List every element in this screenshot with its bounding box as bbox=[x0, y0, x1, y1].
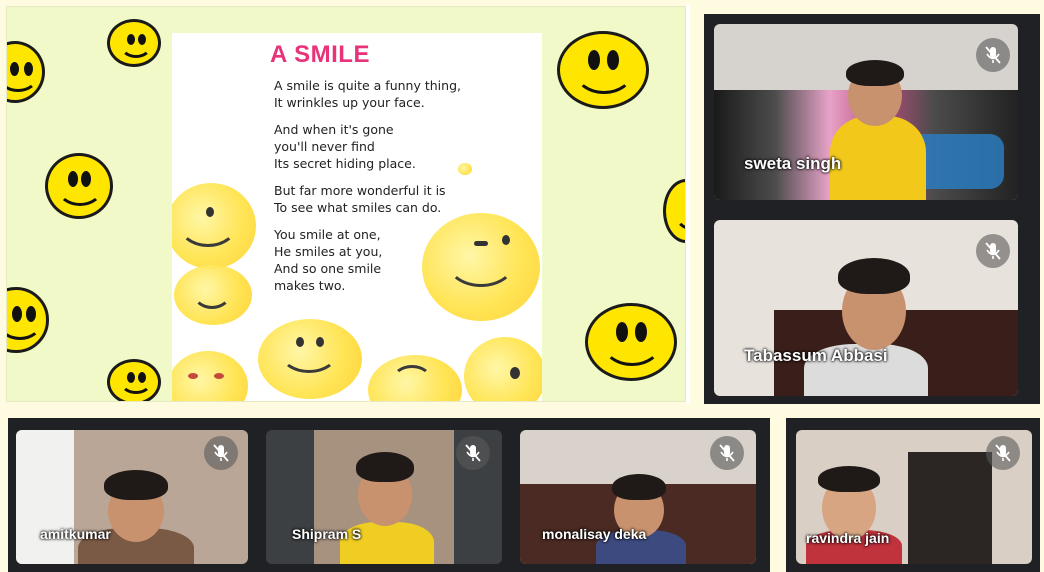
video-person bbox=[838, 258, 910, 294]
participant-tile[interactable]: Shipram S bbox=[266, 430, 502, 564]
video-person bbox=[846, 60, 904, 86]
video-background bbox=[908, 452, 992, 564]
participant-name: amitkumar bbox=[40, 526, 111, 542]
participant-tile[interactable]: ravindra jain bbox=[796, 430, 1032, 564]
participant-tile[interactable]: amitkumar bbox=[16, 430, 248, 564]
participant-tile[interactable]: sweta singh bbox=[714, 24, 1018, 200]
participant-tile[interactable]: monalisay deka bbox=[520, 430, 756, 564]
smiley-icon bbox=[7, 41, 45, 103]
video-person bbox=[818, 466, 880, 492]
participant-name: ravindra jain bbox=[806, 530, 890, 546]
poem-stanza: A smile is quite a funny thing, It wrink… bbox=[274, 77, 514, 111]
smiley-icon bbox=[557, 31, 649, 109]
smiley-icon bbox=[585, 303, 677, 381]
mic-off-icon[interactable] bbox=[976, 234, 1010, 268]
poem-line: He smiles at you, bbox=[274, 244, 383, 259]
watercolor-smiley bbox=[368, 355, 462, 401]
poem-line: And when it's gone bbox=[274, 122, 394, 137]
watercolor-smiley bbox=[172, 183, 256, 269]
mic-off-icon[interactable] bbox=[710, 436, 744, 470]
video-person bbox=[830, 116, 926, 200]
poem-line: To see what smiles can do. bbox=[274, 200, 442, 215]
smiley-icon bbox=[107, 19, 161, 67]
smiley-icon bbox=[663, 179, 685, 243]
mic-off-icon[interactable] bbox=[976, 38, 1010, 72]
video-person bbox=[104, 470, 168, 500]
divider bbox=[686, 4, 690, 404]
poem-line: Its secret hiding place. bbox=[274, 156, 416, 171]
video-person bbox=[612, 474, 666, 500]
poem-line: A smile is quite a funny thing, bbox=[274, 78, 461, 93]
watercolor-smiley bbox=[172, 351, 248, 401]
poem-line: makes two. bbox=[274, 278, 346, 293]
smiley-icon bbox=[45, 153, 113, 219]
slide-content: A SMILE A smile is quite a funny thing, … bbox=[172, 33, 542, 401]
participant-name: Tabassum Abbasi bbox=[744, 346, 888, 365]
mic-off-icon[interactable] bbox=[456, 436, 490, 470]
poem-line: But far more wonderful it is bbox=[274, 183, 446, 198]
poem-line: It wrinkles up your face. bbox=[274, 95, 425, 110]
watercolor-smiley bbox=[174, 265, 252, 325]
poem-stanza: And when it's gone you'll never find Its… bbox=[274, 121, 514, 172]
slide-title: A SMILE bbox=[270, 41, 370, 68]
poem-stanza: But far more wonderful it is To see what… bbox=[274, 182, 514, 216]
participant-name: monalisay deka bbox=[542, 526, 647, 542]
poem-line: You smile at one, bbox=[274, 227, 381, 242]
mic-off-icon[interactable] bbox=[986, 436, 1020, 470]
mic-off-icon[interactable] bbox=[204, 436, 238, 470]
poem-line: And so one smile bbox=[274, 261, 382, 276]
watercolor-smiley bbox=[464, 337, 542, 401]
poem-line: you'll never find bbox=[274, 139, 375, 154]
poem-text: A smile is quite a funny thing, It wrink… bbox=[274, 77, 514, 304]
participant-tile[interactable]: Tabassum Abbasi bbox=[714, 220, 1018, 396]
participant-name: Shipram S bbox=[292, 526, 362, 542]
smiley-icon bbox=[107, 359, 161, 401]
smiley-icon bbox=[7, 287, 49, 353]
poem-stanza: You smile at one, He smiles at you, And … bbox=[274, 226, 514, 294]
video-person bbox=[356, 452, 414, 482]
participant-name: sweta singh bbox=[744, 154, 842, 173]
shared-presentation: A SMILE A smile is quite a funny thing, … bbox=[6, 6, 686, 402]
video-background bbox=[16, 430, 74, 564]
watercolor-smiley bbox=[258, 319, 362, 399]
